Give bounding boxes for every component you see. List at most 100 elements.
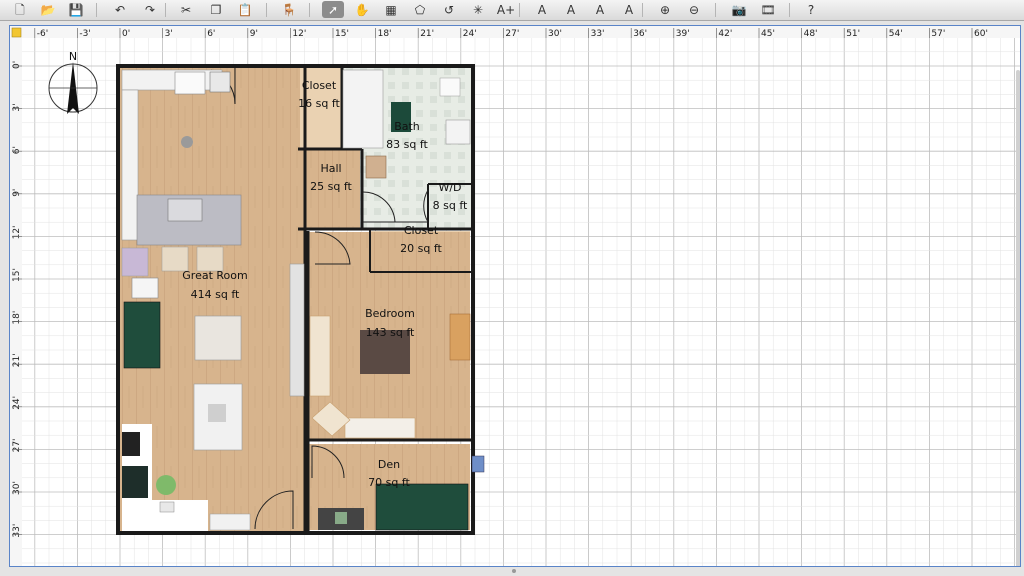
add-text-button[interactable]: A+ bbox=[495, 1, 517, 18]
camera-icon: 📷 bbox=[731, 2, 747, 17]
create-photo-button[interactable]: 📷 bbox=[728, 1, 750, 18]
create-rooms-button[interactable]: ⬠ bbox=[409, 1, 431, 18]
add-furniture-button[interactable]: 🪑 bbox=[278, 1, 300, 18]
zoom-in-button[interactable]: ⊕ bbox=[654, 1, 676, 18]
ruler-tick-label: 45' bbox=[761, 29, 775, 39]
help-icon: ? bbox=[807, 2, 815, 17]
clipboard-icon: 📋 bbox=[237, 2, 253, 17]
copy-icon: ❐ bbox=[210, 2, 222, 17]
bold-text-button[interactable]: A bbox=[589, 1, 611, 18]
scissors-icon: ✂ bbox=[180, 2, 192, 17]
ruler-tick-label: 18' bbox=[12, 311, 22, 325]
room-name-closet-1[interactable]: Closet bbox=[302, 79, 337, 92]
video-icon: 🎞 bbox=[760, 2, 776, 17]
vertical-scrollbar[interactable] bbox=[1016, 70, 1020, 566]
ruler-tick-label: 57' bbox=[931, 29, 945, 39]
undo-icon: ↶ bbox=[114, 2, 126, 17]
room-area-bath: 83 sq ft bbox=[386, 138, 428, 151]
new-file-button[interactable]: 🗋 bbox=[9, 1, 31, 18]
save-button[interactable]: 💾 bbox=[65, 1, 87, 18]
ruler-tick-label: 27' bbox=[12, 438, 22, 452]
text-grow-icon: A bbox=[537, 2, 547, 17]
zoom-out-icon: ⊖ bbox=[688, 2, 700, 17]
create-walls-button[interactable]: ▦ bbox=[380, 1, 402, 18]
zoom-in-icon: ⊕ bbox=[659, 2, 671, 17]
ruler-tick-label: 27' bbox=[505, 29, 519, 39]
toolbar-separator bbox=[789, 3, 790, 17]
toolbar-separator bbox=[642, 3, 643, 17]
horizontal-scrollbar[interactable] bbox=[512, 569, 516, 573]
ruler-tick-label: 18' bbox=[378, 29, 392, 39]
italic-text-button[interactable]: A bbox=[618, 1, 640, 18]
redo-button[interactable]: ↷ bbox=[139, 1, 161, 18]
room-area-den: 70 sq ft bbox=[368, 476, 410, 489]
room-name-wd[interactable]: W/D bbox=[438, 181, 461, 194]
new-file-icon: 🗋 bbox=[15, 2, 25, 17]
help-button[interactable]: ? bbox=[800, 1, 822, 18]
add-text-icon: A+ bbox=[496, 2, 516, 17]
ruler-tick-label: 3' bbox=[12, 103, 22, 111]
create-dimensions-button[interactable]: ✳ bbox=[467, 1, 489, 18]
ruler-tick-label: 36' bbox=[633, 29, 647, 39]
ruler-tick-label: 15' bbox=[335, 29, 349, 39]
cursor-arrow-icon: ➚ bbox=[327, 2, 339, 17]
ruler-tick-label: -6' bbox=[37, 29, 48, 39]
pan-mode-button[interactable]: ✋ bbox=[351, 1, 373, 18]
room-area-great-room: 414 sq ft bbox=[191, 288, 240, 301]
ruler-tick-label: 33' bbox=[591, 29, 605, 39]
plan-canvas[interactable]: -6' -3' 0' 3' 6' 9' 12' 15' 18' 21' 24' 27' 30' 33' 36… bbox=[10, 26, 1020, 566]
selection-indicator-icon[interactable] bbox=[471, 455, 485, 473]
dimension-icon: ✳ bbox=[472, 2, 484, 17]
ruler-tick-label: 15' bbox=[12, 268, 22, 282]
ruler-tick-label: 6' bbox=[207, 29, 215, 39]
room-area-bedroom: 143 sq ft bbox=[366, 326, 415, 339]
ruler-tick-label: 21' bbox=[12, 353, 22, 367]
room-area-wd: 8 sq ft bbox=[433, 199, 468, 212]
ruler-origin-icon[interactable] bbox=[11, 27, 22, 38]
toolbar-separator bbox=[165, 3, 166, 17]
compass-rose[interactable]: N bbox=[48, 50, 98, 114]
select-mode-button[interactable]: ➚ bbox=[322, 1, 344, 18]
room-area-hall: 25 sq ft bbox=[310, 180, 352, 193]
copy-button[interactable]: ❐ bbox=[205, 1, 227, 18]
toolbar-separator bbox=[309, 3, 310, 17]
ruler-tick-label: 48' bbox=[804, 29, 818, 39]
ruler-tick-label: 21' bbox=[420, 29, 434, 39]
add-furniture-icon: 🪑 bbox=[281, 2, 297, 17]
hand-icon: ✋ bbox=[354, 2, 370, 17]
ruler-tick-label: 30' bbox=[12, 481, 22, 495]
ruler-tick-label: 3' bbox=[165, 29, 173, 39]
text-shrink-icon: A bbox=[566, 2, 576, 17]
wall-icon: ▦ bbox=[385, 2, 397, 17]
undo-button[interactable]: ↶ bbox=[109, 1, 131, 18]
room-name-great-room[interactable]: Great Room bbox=[182, 269, 247, 282]
room-name-bedroom[interactable]: Bedroom bbox=[365, 307, 415, 320]
ruler-tick-label: 9' bbox=[12, 189, 22, 197]
bold-icon: A bbox=[595, 2, 605, 17]
room-area-closet-1: 16 sq ft bbox=[298, 97, 340, 110]
room-name-den[interactable]: Den bbox=[378, 458, 400, 471]
paste-button[interactable]: 📋 bbox=[234, 1, 256, 18]
room-name-hall[interactable]: Hall bbox=[320, 162, 341, 175]
save-icon: 💾 bbox=[68, 2, 84, 17]
cut-button[interactable]: ✂ bbox=[175, 1, 197, 18]
plan-view[interactable]: -6' -3' 0' 3' 6' 9' 12' 15' 18' 21' 24' 27' 30' 33' 36… bbox=[9, 25, 1021, 567]
decrease-text-size-button[interactable]: A bbox=[560, 1, 582, 18]
redo-icon: ↷ bbox=[144, 2, 156, 17]
room-icon: ⬠ bbox=[414, 2, 426, 17]
create-polylines-button[interactable]: ↺ bbox=[438, 1, 460, 18]
increase-text-size-button[interactable]: A bbox=[531, 1, 553, 18]
ruler-tick-label: 24' bbox=[12, 396, 22, 410]
zoom-out-button[interactable]: ⊖ bbox=[683, 1, 705, 18]
room-name-closet-2[interactable]: Closet bbox=[404, 224, 439, 237]
italic-icon: A bbox=[624, 2, 634, 17]
create-video-button[interactable]: 🎞 bbox=[757, 1, 779, 18]
toolbar-separator bbox=[715, 3, 716, 17]
polyline-icon: ↺ bbox=[443, 2, 455, 17]
open-file-button[interactable]: 📂 bbox=[37, 1, 59, 18]
ruler-tick-label: 24' bbox=[463, 29, 477, 39]
ruler-tick-label: 51' bbox=[846, 29, 860, 39]
ruler-tick-label: 54' bbox=[889, 29, 903, 39]
ruler-tick-label: 12' bbox=[292, 29, 306, 39]
room-name-bath[interactable]: Bath bbox=[394, 120, 420, 133]
